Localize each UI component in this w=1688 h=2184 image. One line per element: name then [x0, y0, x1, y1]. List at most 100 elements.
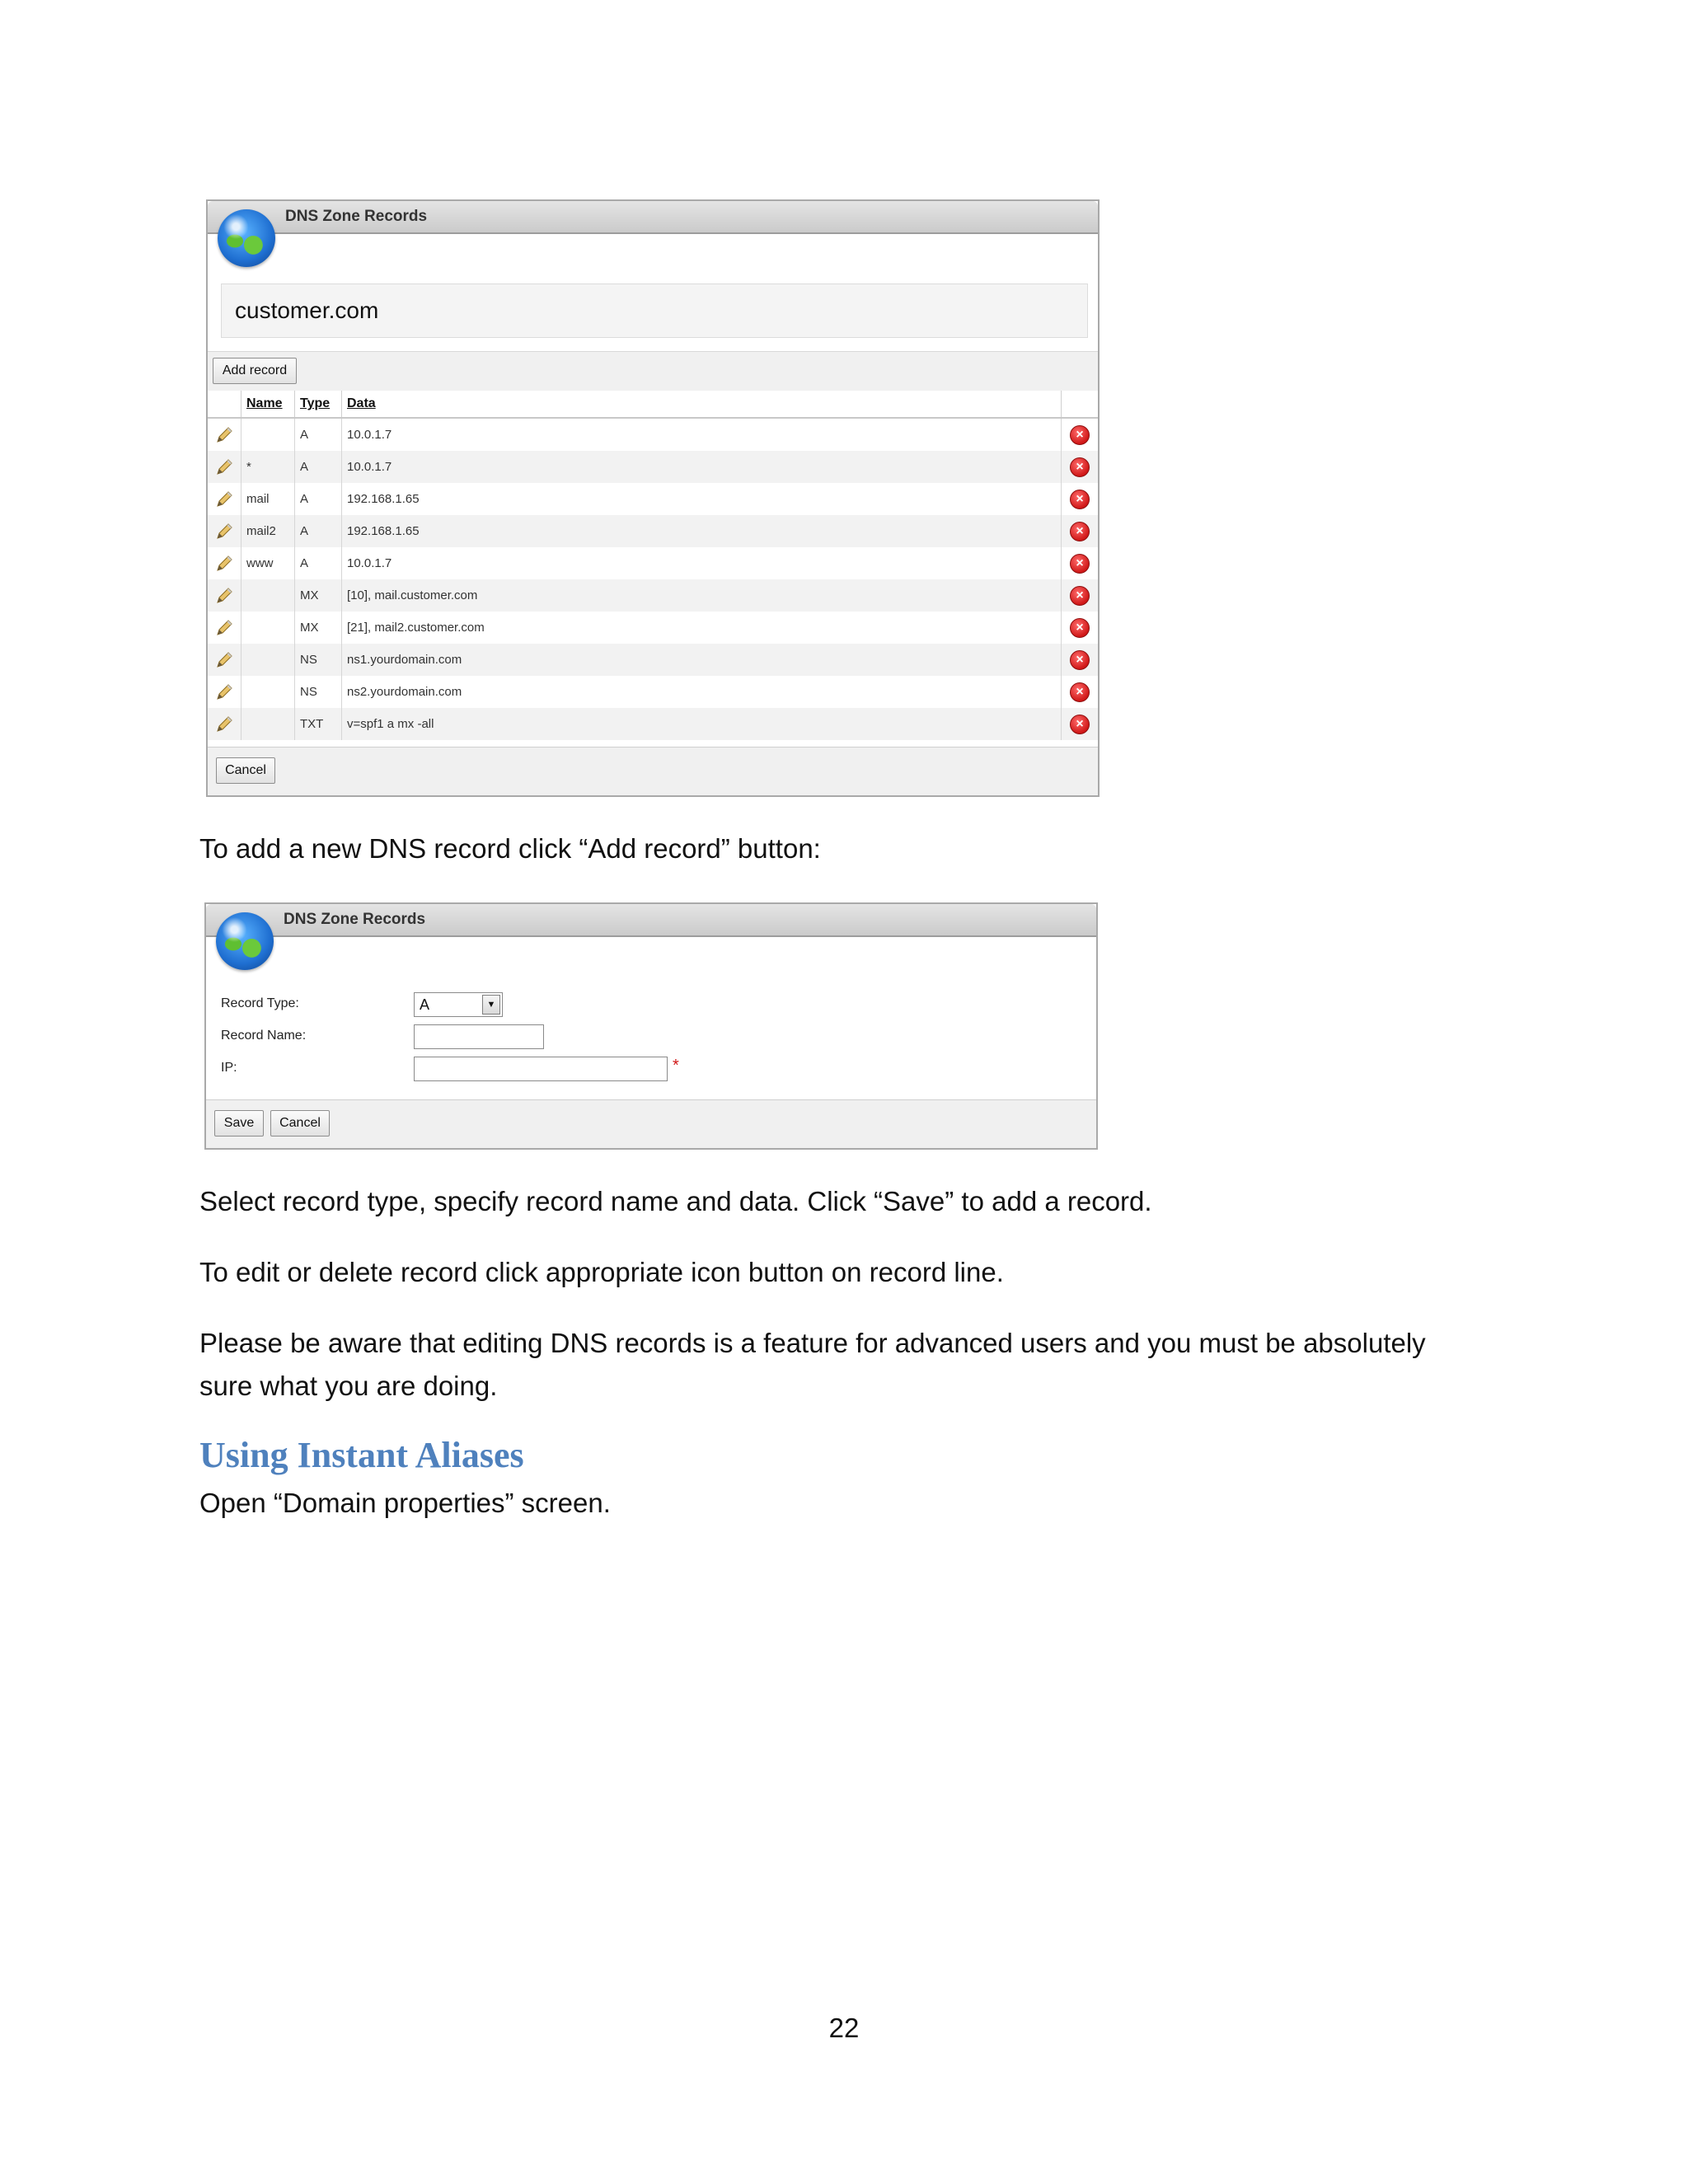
delete-icon[interactable]: ×	[1070, 424, 1090, 445]
records-body: A 10.0.1.7 × * A 10.0.1.7 × mail A 192.168.1.65 × m…	[208, 418, 1098, 740]
table-row: A 10.0.1.7 ×	[208, 418, 1098, 451]
record-data: 10.0.1.7	[341, 418, 1062, 451]
pencil-icon[interactable]	[214, 457, 234, 477]
delete-cell: ×	[1061, 547, 1098, 579]
record-type: A	[294, 418, 342, 451]
globe-icon	[216, 912, 274, 970]
column-delete	[1061, 391, 1098, 419]
delete-icon[interactable]: ×	[1070, 682, 1090, 702]
delete-icon[interactable]: ×	[1070, 489, 1090, 509]
record-type: A	[294, 483, 342, 515]
record-data: 192.168.1.65	[341, 483, 1062, 515]
record-data: 192.168.1.65	[341, 515, 1062, 547]
records-toolbar: Add record	[208, 351, 1098, 392]
warning-line-1: Please be aware that editing DNS records…	[199, 1328, 1426, 1358]
page-number: 22	[828, 2013, 860, 2043]
record-data: ns2.yourdomain.com	[341, 676, 1062, 708]
pencil-icon[interactable]	[214, 715, 234, 734]
pencil-icon[interactable]	[214, 618, 234, 638]
record-type-select[interactable]: A ▼	[414, 992, 503, 1017]
edit-cell	[208, 418, 241, 451]
warning-line-2: sure what you are doing.	[199, 1371, 498, 1401]
ip-input[interactable]	[414, 1057, 668, 1081]
table-header-row: Name Type Data	[208, 391, 1098, 419]
record-type: A	[294, 451, 342, 483]
edit-cell	[208, 451, 241, 483]
delete-icon[interactable]: ×	[1070, 585, 1090, 606]
records-footer: Cancel	[208, 747, 1098, 795]
delete-cell: ×	[1061, 708, 1098, 740]
delete-cell: ×	[1061, 676, 1098, 708]
record-data: v=spf1 a mx -all	[341, 708, 1062, 740]
delete-icon[interactable]: ×	[1070, 617, 1090, 638]
required-mark: *	[673, 1057, 679, 1075]
table-row: NS ns2.yourdomain.com ×	[208, 676, 1098, 708]
instruction-domain-properties: Open “Domain properties” screen.	[199, 1488, 611, 1518]
cancel-button[interactable]: Cancel	[216, 757, 275, 784]
record-name	[241, 708, 295, 740]
table-row: * A 10.0.1.7 ×	[208, 451, 1098, 483]
delete-icon[interactable]: ×	[1070, 553, 1090, 574]
pencil-icon[interactable]	[214, 586, 234, 606]
table-row: mail A 192.168.1.65 ×	[208, 483, 1098, 515]
dns-add-record-panel: DNS Zone Records Record Type: A ▼ Record…	[204, 902, 1098, 1150]
edit-cell	[208, 676, 241, 708]
table-row: NS ns1.yourdomain.com ×	[208, 644, 1098, 676]
record-type-label: Record Type:	[221, 996, 299, 1010]
record-data: [21], mail2.customer.com	[341, 612, 1062, 644]
column-type[interactable]: Type	[294, 391, 342, 419]
table-row: TXT v=spf1 a mx -all ×	[208, 708, 1098, 740]
record-name: mail2	[241, 515, 295, 547]
record-type: MX	[294, 579, 342, 612]
delete-icon[interactable]: ×	[1070, 521, 1090, 541]
record-name-input[interactable]	[414, 1024, 544, 1049]
edit-cell	[208, 547, 241, 579]
pencil-icon[interactable]	[214, 554, 234, 574]
pencil-icon[interactable]	[214, 522, 234, 541]
table-row: www A 10.0.1.7 ×	[208, 547, 1098, 579]
column-data[interactable]: Data	[341, 391, 1062, 419]
record-name	[241, 418, 295, 451]
panel-header: DNS Zone Records	[208, 201, 1098, 234]
record-type: TXT	[294, 708, 342, 740]
record-name	[241, 579, 295, 612]
pencil-icon[interactable]	[214, 682, 234, 702]
delete-cell: ×	[1061, 515, 1098, 547]
table-row: MX [21], mail2.customer.com ×	[208, 612, 1098, 644]
cancel-button[interactable]: Cancel	[270, 1110, 330, 1137]
table-row: MX [10], mail.customer.com ×	[208, 579, 1098, 612]
record-name: *	[241, 451, 295, 483]
delete-icon[interactable]: ×	[1070, 714, 1090, 734]
delete-icon[interactable]: ×	[1070, 457, 1090, 477]
pencil-icon[interactable]	[214, 425, 234, 445]
delete-cell: ×	[1061, 612, 1098, 644]
record-type: MX	[294, 612, 342, 644]
record-data: 10.0.1.7	[341, 547, 1062, 579]
pencil-icon[interactable]	[214, 650, 234, 670]
delete-cell: ×	[1061, 483, 1098, 515]
record-type: A	[294, 515, 342, 547]
section-heading: Using Instant Aliases	[199, 1435, 524, 1475]
record-data: [10], mail.customer.com	[341, 579, 1062, 612]
ip-label: IP:	[221, 1061, 237, 1075]
record-type-value: A	[420, 996, 430, 1013]
record-name	[241, 676, 295, 708]
domain-name: customer.com	[235, 298, 379, 323]
instruction-select-type: Select record type, specify record name …	[199, 1186, 1152, 1216]
chevron-down-icon[interactable]: ▼	[482, 995, 500, 1015]
record-type: NS	[294, 644, 342, 676]
record-type: NS	[294, 676, 342, 708]
delete-cell: ×	[1061, 418, 1098, 451]
instruction-edit-delete: To edit or delete record click appropria…	[199, 1257, 1004, 1287]
save-button[interactable]: Save	[214, 1110, 264, 1137]
pencil-icon[interactable]	[214, 490, 234, 509]
add-record-button[interactable]: Add record	[213, 358, 297, 384]
panel-title: DNS Zone Records	[285, 208, 428, 225]
delete-cell: ×	[1061, 644, 1098, 676]
edit-cell	[208, 612, 241, 644]
delete-icon[interactable]: ×	[1070, 649, 1090, 670]
edit-cell	[208, 579, 241, 612]
records-table: Name Type Data A 10.0.1.7 × * A 10.0.1.7 × mail…	[208, 391, 1098, 740]
column-name[interactable]: Name	[241, 391, 295, 419]
edit-cell	[208, 644, 241, 676]
